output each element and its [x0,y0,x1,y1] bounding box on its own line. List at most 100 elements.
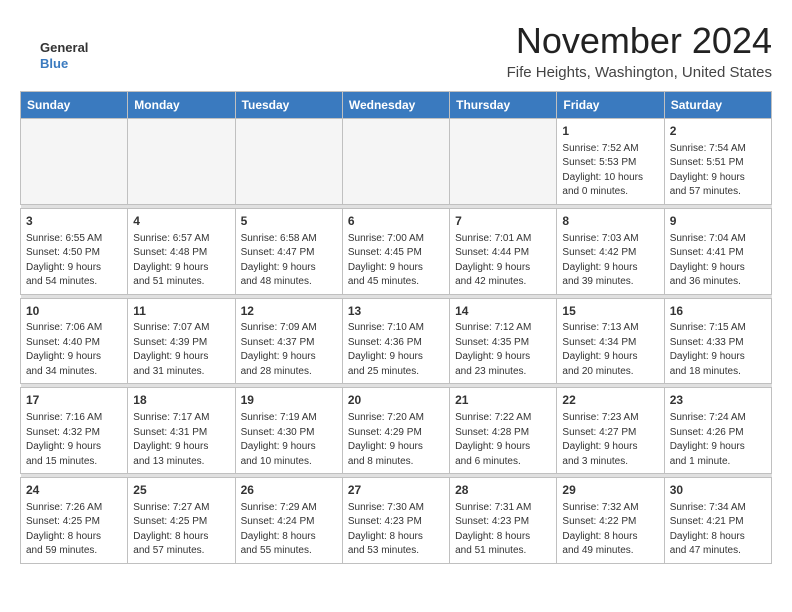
location-title: Fife Heights, Washington, United States [507,64,772,81]
calendar-day-cell: 4 Sunrise: 6:57 AM Sunset: 4:48 PM Daylig… [128,208,235,294]
day-info: Sunrise: 7:13 AM Sunset: 4:34 PM Dayligh… [562,321,658,379]
day-number: 10 [26,303,122,320]
day-number: 11 [133,303,229,320]
calendar-week-row: 24 Sunrise: 7:26 AM Sunset: 4:25 PM Dayli… [21,478,772,564]
calendar-day-cell: 27Sunrise: 7:30 AM Sunset: 4:23 PM Dayli… [342,478,449,564]
day-info: Sunrise: 7:10 AM Sunset: 4:36 PM Dayligh… [348,321,444,379]
day-number: 6 [348,213,444,230]
page-header: General Blue General Blue General Blue N… [20,20,772,81]
day-info: Sunrise: 7:31 AM Sunset: 4:23 PM Dayligh… [455,501,551,559]
calendar-day-cell: 2 Sunrise: 7:54 AM Sunset: 5:51 PM Daylig… [664,119,771,205]
day-info: Sunrise: 6:58 AM Sunset: 4:47 PM Dayligh… [241,232,337,290]
calendar-day-cell [21,119,128,205]
day-number: 30 [670,482,766,499]
day-number: 8 [562,213,658,230]
day-number: 28 [455,482,551,499]
day-number: 7 [455,213,551,230]
day-number: 14 [455,303,551,320]
calendar-day-cell: 22 Sunrise: 7:23 AM Sunset: 4:27 PM Dayli… [557,388,664,474]
calendar-day-cell: 21 Sunrise: 7:22 AM Sunset: 4:28 PM Dayli… [450,388,557,474]
day-number: 4 [133,213,229,230]
weekday-header: Friday [557,92,664,119]
day-number: 27 [348,482,444,499]
day-number: 24 [26,482,122,499]
day-number: 21 [455,392,551,409]
weekday-header: Tuesday [235,92,342,119]
day-number: 17 [26,392,122,409]
day-info: Sunrise: 7:32 AM Sunset: 4:22 PM Dayligh… [562,501,658,559]
calendar-week-row: 10Sunrise: 7:06 AM Sunset: 4:40 PM Dayli… [21,298,772,384]
day-info: Sunrise: 7:24 AM Sunset: 4:26 PM Dayligh… [670,411,766,469]
calendar-day-cell: 8 Sunrise: 7:03 AM Sunset: 4:42 PM Daylig… [557,208,664,294]
day-number: 22 [562,392,658,409]
weekday-header: Wednesday [342,92,449,119]
calendar-day-cell: 5Sunrise: 6:58 AM Sunset: 4:47 PM Daylig… [235,208,342,294]
calendar-week-row: 3Sunrise: 6:55 AM Sunset: 4:50 PM Daylig… [21,208,772,294]
day-info: Sunrise: 7:17 AM Sunset: 4:31 PM Dayligh… [133,411,229,469]
day-number: 19 [241,392,337,409]
calendar-day-cell: 9 Sunrise: 7:04 AM Sunset: 4:41 PM Daylig… [664,208,771,294]
calendar-day-cell [342,119,449,205]
day-number: 20 [348,392,444,409]
calendar-table: SundayMondayTuesdayWednesdayThursdayFrid… [20,91,772,564]
calendar-day-cell: 26 Sunrise: 7:29 AM Sunset: 4:24 PM Dayli… [235,478,342,564]
calendar-day-cell: 18 Sunrise: 7:17 AM Sunset: 4:31 PM Dayli… [128,388,235,474]
calendar-day-cell: 10Sunrise: 7:06 AM Sunset: 4:40 PM Dayli… [21,298,128,384]
calendar-day-cell: 7 Sunrise: 7:01 AM Sunset: 4:44 PM Daylig… [450,208,557,294]
calendar-day-cell: 13Sunrise: 7:10 AM Sunset: 4:36 PM Dayli… [342,298,449,384]
day-number: 3 [26,213,122,230]
day-number: 12 [241,303,337,320]
calendar-day-cell: 3Sunrise: 6:55 AM Sunset: 4:50 PM Daylig… [21,208,128,294]
day-info: Sunrise: 6:57 AM Sunset: 4:48 PM Dayligh… [133,232,229,290]
calendar-header-row: SundayMondayTuesdayWednesdayThursdayFrid… [21,92,772,119]
weekday-header: Thursday [450,92,557,119]
day-number: 16 [670,303,766,320]
day-info: Sunrise: 7:19 AM Sunset: 4:30 PM Dayligh… [241,411,337,469]
calendar-day-cell: 17 Sunrise: 7:16 AM Sunset: 4:32 PM Dayli… [21,388,128,474]
calendar-day-cell [128,119,235,205]
day-number: 2 [670,123,766,140]
day-number: 26 [241,482,337,499]
calendar-day-cell: 19 Sunrise: 7:19 AM Sunset: 4:30 PM Dayli… [235,388,342,474]
weekday-header: Saturday [664,92,771,119]
calendar-day-cell: 6 Sunrise: 7:00 AM Sunset: 4:45 PM Daylig… [342,208,449,294]
calendar-day-cell: 23 Sunrise: 7:24 AM Sunset: 4:26 PM Dayli… [664,388,771,474]
day-info: Sunrise: 7:22 AM Sunset: 4:28 PM Dayligh… [455,411,551,469]
day-info: Sunrise: 7:09 AM Sunset: 4:37 PM Dayligh… [241,321,337,379]
day-info: Sunrise: 7:04 AM Sunset: 4:41 PM Dayligh… [670,232,766,290]
day-number: 29 [562,482,658,499]
calendar-day-cell: 14Sunrise: 7:12 AM Sunset: 4:35 PM Dayli… [450,298,557,384]
day-number: 13 [348,303,444,320]
day-number: 25 [133,482,229,499]
calendar-day-cell [450,119,557,205]
day-info: Sunrise: 7:15 AM Sunset: 4:33 PM Dayligh… [670,321,766,379]
day-info: Sunrise: 7:54 AM Sunset: 5:51 PM Dayligh… [670,142,766,200]
calendar-day-cell: 25 Sunrise: 7:27 AM Sunset: 4:25 PM Dayli… [128,478,235,564]
day-info: Sunrise: 7:03 AM Sunset: 4:42 PM Dayligh… [562,232,658,290]
title-area: November 2024 Fife Heights, Washington, … [507,20,772,81]
calendar-day-cell: 29 Sunrise: 7:32 AM Sunset: 4:22 PM Dayli… [557,478,664,564]
day-info: Sunrise: 7:16 AM Sunset: 4:32 PM Dayligh… [26,411,122,469]
day-info: Sunrise: 7:27 AM Sunset: 4:25 PM Dayligh… [133,501,229,559]
day-info: Sunrise: 7:29 AM Sunset: 4:24 PM Dayligh… [241,501,337,559]
calendar-week-row: 1Sunrise: 7:52 AM Sunset: 5:53 PM Daylig… [21,119,772,205]
day-info: Sunrise: 7:23 AM Sunset: 4:27 PM Dayligh… [562,411,658,469]
calendar-day-cell: 11Sunrise: 7:07 AM Sunset: 4:39 PM Dayli… [128,298,235,384]
calendar-day-cell: 16Sunrise: 7:15 AM Sunset: 4:33 PM Dayli… [664,298,771,384]
day-info: Sunrise: 7:26 AM Sunset: 4:25 PM Dayligh… [26,501,122,559]
calendar-week-row: 17 Sunrise: 7:16 AM Sunset: 4:32 PM Dayli… [21,388,772,474]
weekday-header: Sunday [21,92,128,119]
day-info: Sunrise: 7:01 AM Sunset: 4:44 PM Dayligh… [455,232,551,290]
weekday-header: Monday [128,92,235,119]
calendar-day-cell: 24 Sunrise: 7:26 AM Sunset: 4:25 PM Dayli… [21,478,128,564]
day-info: Sunrise: 7:20 AM Sunset: 4:29 PM Dayligh… [348,411,444,469]
day-number: 9 [670,213,766,230]
day-info: Sunrise: 7:07 AM Sunset: 4:39 PM Dayligh… [133,321,229,379]
day-info: Sunrise: 7:00 AM Sunset: 4:45 PM Dayligh… [348,232,444,290]
logo: General Blue General Blue General Blue [20,20,110,70]
calendar-day-cell: 12Sunrise: 7:09 AM Sunset: 4:37 PM Dayli… [235,298,342,384]
day-number: 18 [133,392,229,409]
day-number: 23 [670,392,766,409]
calendar-day-cell: 20 Sunrise: 7:20 AM Sunset: 4:29 PM Dayli… [342,388,449,474]
day-info: Sunrise: 7:52 AM Sunset: 5:53 PM Dayligh… [562,142,658,200]
